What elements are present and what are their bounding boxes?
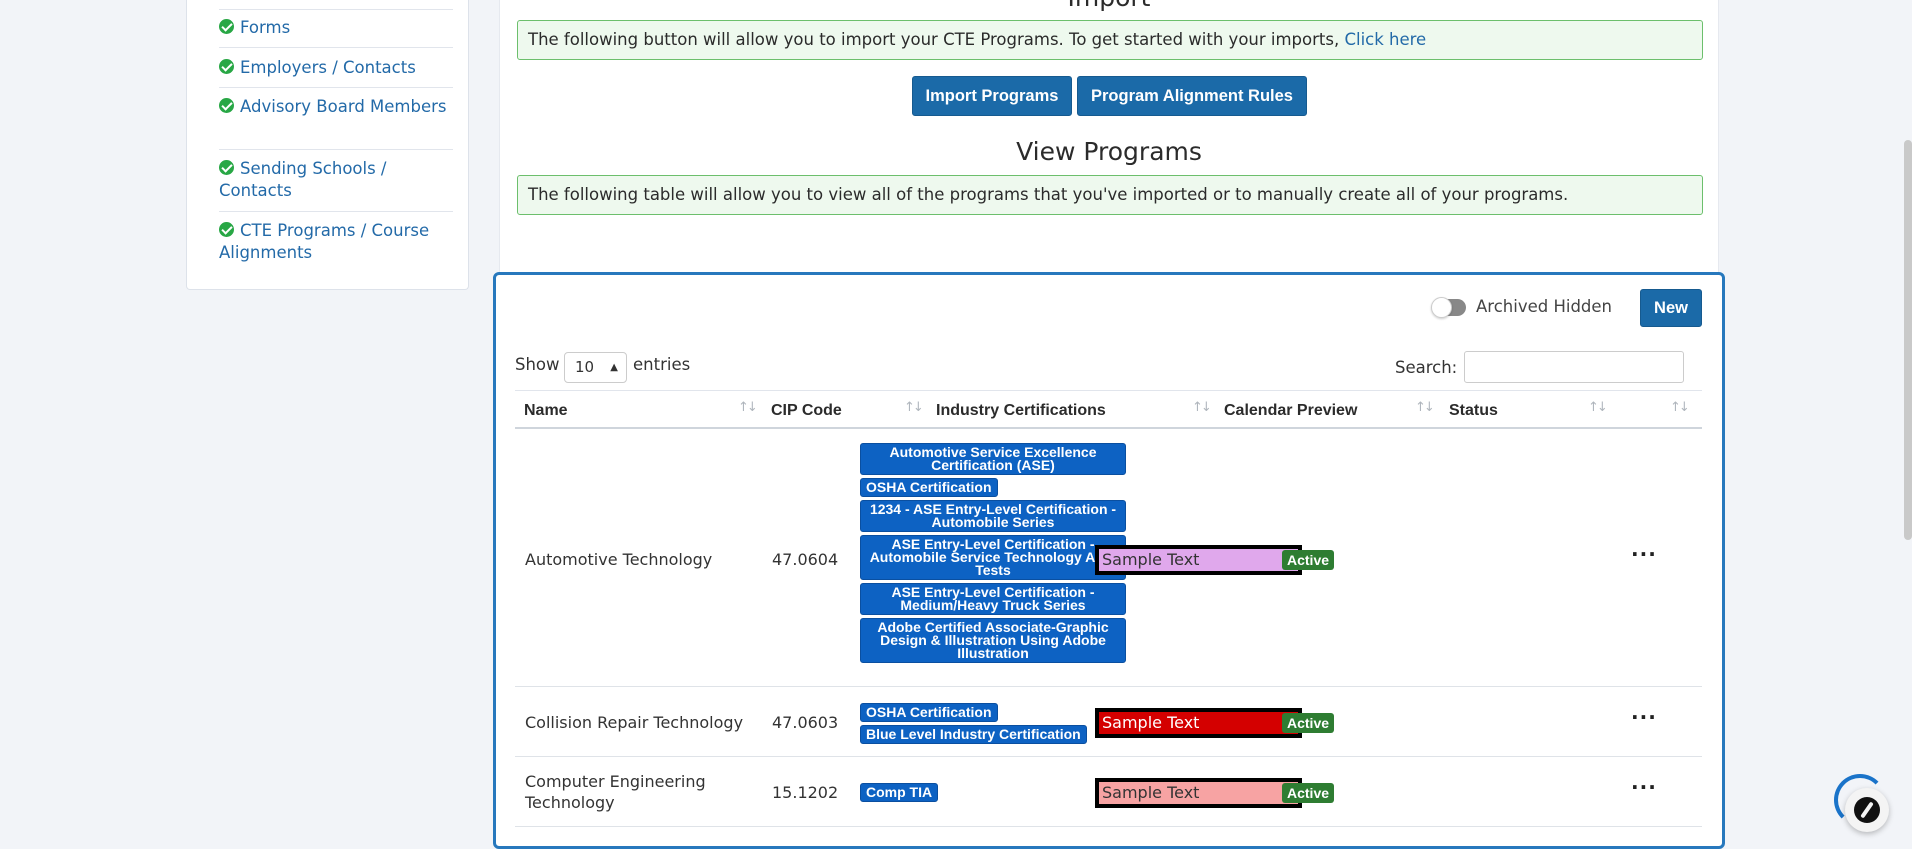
- show-label: Show: [515, 355, 560, 374]
- check-circle-icon: [219, 98, 234, 113]
- calendar-preview: Sample Text: [1095, 545, 1302, 575]
- status-badge: Active: [1282, 550, 1335, 570]
- archived-label: Archived Hidden: [1476, 297, 1613, 316]
- cert-badge: OSHA Certification: [860, 703, 998, 722]
- sidebar-divider: [219, 149, 453, 150]
- cert-badge: Blue Level Industry Certification: [860, 725, 1087, 744]
- sidebar-nav: Forms Employers / Contacts Advisory Boar…: [186, 0, 469, 290]
- check-circle-icon: [219, 19, 234, 34]
- sort-icon[interactable]: ↑↓: [1192, 400, 1212, 415]
- main-content: Import The following button will allow y…: [499, 0, 1719, 280]
- page-scrollbar[interactable]: [1904, 140, 1912, 540]
- check-circle-icon: [219, 59, 234, 74]
- row-cip-code: 15.1202: [772, 783, 839, 802]
- header-calendar-preview[interactable]: Calendar Preview: [1224, 402, 1357, 420]
- row-actions-menu[interactable]: ···: [1631, 705, 1657, 729]
- search-label: Search:: [1395, 358, 1458, 377]
- import-info-alert: The following button will allow you to i…: [517, 20, 1703, 60]
- row-cip-code: 47.0604: [772, 550, 839, 569]
- row-name: Automotive Technology: [525, 550, 713, 569]
- cert-badge: OSHA Certification: [860, 478, 998, 497]
- cert-badge: Adobe Certified Associate-Graphic Design…: [860, 618, 1126, 663]
- row-actions-menu[interactable]: ···: [1631, 775, 1657, 799]
- header-cip-code[interactable]: CIP Code: [771, 402, 842, 420]
- row-divider: [515, 756, 1702, 757]
- view-info-alert: The following table will allow you to vi…: [517, 175, 1703, 215]
- calendar-preview: Sample Text: [1095, 778, 1302, 808]
- cert-badge: Automotive Service Excellence Certificat…: [860, 443, 1126, 475]
- cert-list: Comp TIA: [860, 783, 1126, 805]
- programs-table-panel: Archived Hidden New Show 10 ▲ entries Se…: [493, 272, 1725, 849]
- import-section-title: Import: [500, 0, 1718, 12]
- header-name[interactable]: Name: [524, 402, 568, 420]
- sidebar-divider: [219, 211, 453, 212]
- search-input[interactable]: [1464, 351, 1684, 383]
- calendar-preview: Sample Text: [1095, 708, 1302, 738]
- check-circle-icon: [219, 160, 234, 175]
- click-here-link[interactable]: Click here: [1344, 30, 1426, 49]
- cert-badge: ASE Entry-Level Certification - Medium/H…: [860, 583, 1126, 615]
- row-cip-code: 47.0603: [772, 713, 839, 732]
- cert-list: OSHA Certification Blue Level Industry C…: [860, 703, 1126, 747]
- status-badge: Active: [1282, 713, 1335, 733]
- header-industry-certifications[interactable]: Industry Certifications: [936, 402, 1106, 420]
- entries-select[interactable]: 10 ▲: [564, 352, 627, 383]
- row-divider: [515, 826, 1702, 827]
- sort-icon[interactable]: ↑↓: [1670, 400, 1690, 415]
- select-arrows-icon: ▲: [610, 362, 618, 373]
- cert-badge: 1234 - ASE Entry-Level Certification - A…: [860, 500, 1126, 532]
- sidebar-item-forms[interactable]: Forms: [219, 17, 452, 39]
- row-name: Computer Engineering Technology: [525, 772, 706, 812]
- sidebar-item-sending-schools[interactable]: Sending Schools / Contacts: [219, 158, 452, 202]
- program-alignment-rules-button[interactable]: Program Alignment Rules: [1077, 76, 1307, 116]
- archived-toggle[interactable]: [1431, 297, 1466, 318]
- sort-icon[interactable]: ↑↓: [1415, 400, 1435, 415]
- chat-widget-icon[interactable]: [1845, 788, 1889, 832]
- sidebar-item-advisory-board[interactable]: Advisory Board Members: [219, 96, 452, 118]
- sort-icon[interactable]: ↑↓: [738, 400, 758, 415]
- sidebar-item-employers[interactable]: Employers / Contacts: [219, 57, 452, 79]
- sort-icon[interactable]: ↑↓: [904, 400, 924, 415]
- cert-list: Automotive Service Excellence Certificat…: [860, 443, 1126, 666]
- cert-badge: ASE Entry-Level Certification - Automobi…: [860, 535, 1126, 580]
- check-circle-icon: [219, 222, 234, 237]
- row-name: Collision Repair Technology: [525, 713, 744, 732]
- sidebar-divider: [219, 87, 453, 88]
- new-program-button[interactable]: New: [1640, 289, 1702, 327]
- cert-badge: Comp TIA: [860, 783, 939, 802]
- entries-label: entries: [633, 355, 691, 374]
- row-actions-menu[interactable]: ···: [1631, 542, 1657, 566]
- sidebar-divider: [219, 9, 453, 10]
- row-divider: [515, 686, 1702, 687]
- view-programs-title: View Programs: [1016, 137, 1202, 166]
- sort-icon[interactable]: ↑↓: [1588, 400, 1608, 415]
- sidebar-divider: [219, 47, 453, 48]
- import-programs-button[interactable]: Import Programs: [912, 76, 1072, 116]
- sidebar-item-cte-programs[interactable]: CTE Programs / Course Alignments: [219, 220, 452, 264]
- table-header: Name ↑↓ CIP Code ↑↓ Industry Certificati…: [515, 390, 1702, 429]
- status-badge: Active: [1282, 783, 1335, 803]
- header-status[interactable]: Status: [1449, 402, 1498, 420]
